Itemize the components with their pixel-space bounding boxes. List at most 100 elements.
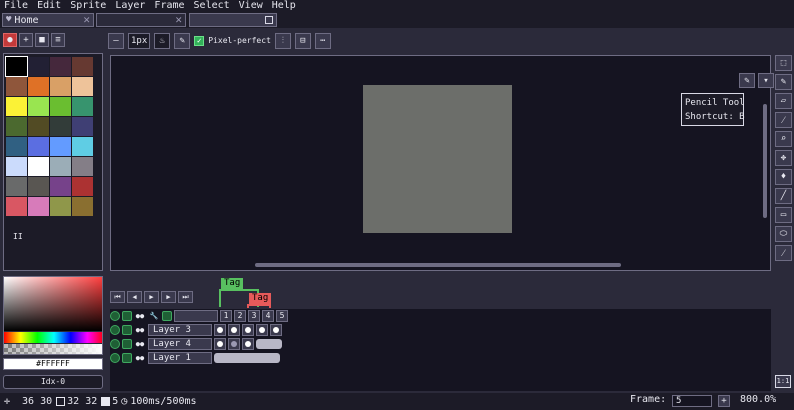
bucket-icon[interactable]: ♦ <box>775 169 792 185</box>
lock-icon[interactable] <box>122 353 132 363</box>
palette-swatch[interactable] <box>5 56 28 77</box>
layer-row[interactable]: ●● Layer 3 <box>110 323 288 337</box>
palette-swatch[interactable] <box>72 77 93 96</box>
palette-square-button[interactable]: ■ <box>35 33 49 47</box>
palette-swatch[interactable] <box>6 157 27 176</box>
cel[interactable] <box>242 338 254 350</box>
palette-swatch[interactable] <box>28 97 49 116</box>
linked-cels[interactable] <box>214 353 280 363</box>
lock-icon[interactable] <box>122 339 132 349</box>
tag-label[interactable]: Tag <box>221 278 244 289</box>
palette-swatch[interactable] <box>50 77 71 96</box>
frame-input[interactable]: 5 <box>672 395 712 407</box>
visibility-icon[interactable] <box>110 339 120 349</box>
palette-swatch[interactable] <box>72 197 93 216</box>
layer-name[interactable]: Layer 3 <box>148 324 212 336</box>
palette-swatch[interactable] <box>6 197 27 216</box>
layer-name[interactable]: Layer 1 <box>148 352 212 364</box>
more-options-button[interactable]: ⋯ <box>314 32 331 49</box>
cel[interactable] <box>214 338 226 350</box>
vertical-scrollbar[interactable] <box>763 104 767 218</box>
move-icon[interactable]: ✥ <box>775 150 792 166</box>
lock-icon[interactable] <box>122 325 132 335</box>
palette-swatch[interactable] <box>6 117 27 136</box>
palette-swatch[interactable] <box>50 117 71 136</box>
hue-slider[interactable] <box>4 332 102 343</box>
zoom-icon[interactable]: ⌕ <box>775 131 792 147</box>
edit-icon[interactable]: ✎ <box>174 32 191 49</box>
add-color-button[interactable]: + <box>19 33 33 47</box>
palette-swatch[interactable] <box>72 177 93 196</box>
palette-swatch[interactable] <box>72 117 93 136</box>
selection-icon[interactable]: ⬚ <box>775 55 792 71</box>
continuous-icon[interactable]: ●● <box>134 325 146 335</box>
cel[interactable] <box>242 324 254 336</box>
visibility-icon[interactable] <box>110 353 120 363</box>
color-picker[interactable] <box>3 276 103 355</box>
palette-swatch[interactable] <box>72 97 93 116</box>
palette-swatch[interactable] <box>6 177 27 196</box>
onion-skin-icon[interactable] <box>162 311 172 321</box>
blur-icon[interactable]: ⁄ <box>775 245 792 261</box>
palette-swatch[interactable] <box>50 57 71 76</box>
cel[interactable] <box>228 324 240 336</box>
palette-swatch[interactable] <box>6 77 27 96</box>
palette-swatch[interactable] <box>50 137 71 156</box>
sprite-canvas[interactable] <box>363 85 512 233</box>
tab-new[interactable] <box>189 13 277 27</box>
menu-layer[interactable]: Layer <box>111 0 150 12</box>
visibility-icon[interactable] <box>110 311 120 321</box>
first-frame-button[interactable]: ⏮ <box>110 291 125 303</box>
horizontal-scrollbar[interactable] <box>255 263 621 267</box>
cel[interactable] <box>256 324 268 336</box>
canvas-area[interactable]: ✎ ▾ <box>110 55 774 271</box>
eraser-icon[interactable]: ▱ <box>775 93 792 109</box>
continuous-icon[interactable]: ●● <box>134 311 146 321</box>
palette-swatch[interactable] <box>50 97 71 116</box>
tag-label[interactable]: Tag <box>249 293 272 304</box>
wrench-icon[interactable]: 🔧 <box>148 311 160 321</box>
layer-row[interactable]: ●● Layer 1 <box>110 351 288 365</box>
layer-name[interactable]: Layer 4 <box>148 338 212 350</box>
palette-swatch[interactable] <box>72 57 93 76</box>
tab-untitled[interactable]: ✕ <box>96 13 186 27</box>
symmetry-vertical-icon[interactable]: ⫶ <box>274 32 291 49</box>
menu-help[interactable]: Help <box>268 0 301 12</box>
palette-swatch[interactable] <box>6 97 27 116</box>
cel[interactable] <box>270 324 282 336</box>
frame-header[interactable]: 2 <box>234 310 246 322</box>
palette-swatch[interactable] <box>72 137 93 156</box>
continuous-icon[interactable]: ●● <box>134 353 146 363</box>
saturation-value-field[interactable] <box>4 277 102 331</box>
menu-edit[interactable]: Edit <box>33 0 66 12</box>
cel[interactable] <box>214 324 226 336</box>
line-icon[interactable]: ╱ <box>775 188 792 204</box>
layer-row[interactable]: ●● Layer 4 <box>110 337 288 351</box>
brush-size-input[interactable]: 1px <box>128 32 151 49</box>
last-frame-button[interactable]: ⏭ <box>178 291 193 303</box>
brush-shape-button[interactable]: — <box>108 32 124 49</box>
palette-swatch[interactable] <box>28 157 49 176</box>
palette-swatch[interactable] <box>50 177 71 196</box>
palette-menu-button[interactable]: ≡ <box>51 33 65 47</box>
palette-swatch[interactable] <box>28 117 49 136</box>
frame-header[interactable]: 1 <box>220 310 232 322</box>
linked-cels[interactable] <box>256 339 282 349</box>
tab-home[interactable]: ♥ Home ✕ <box>2 13 94 27</box>
pencil-icon[interactable]: ✎ <box>775 74 792 90</box>
reset-zoom-button[interactable]: 1:1 <box>775 375 791 388</box>
rect-icon[interactable]: ▭ <box>775 207 792 223</box>
pixel-perfect-checkbox[interactable]: ✓ <box>194 35 205 46</box>
hex-color-field[interactable]: #FFFFFF <box>3 358 103 370</box>
close-icon[interactable]: ✕ <box>83 14 90 26</box>
palette-swatch[interactable] <box>72 157 93 176</box>
palette-swatch[interactable] <box>28 77 49 96</box>
palette-swatch[interactable] <box>6 137 27 156</box>
frame-header[interactable]: 4 <box>262 310 274 322</box>
visibility-icon[interactable] <box>110 325 120 335</box>
palette-swatch[interactable] <box>28 197 49 216</box>
ellipse-icon[interactable]: ⬭ <box>775 226 792 242</box>
menu-sprite[interactable]: Sprite <box>66 0 111 12</box>
menu-view[interactable]: View <box>235 0 268 12</box>
eyedropper-icon[interactable]: ⁄ <box>775 112 792 128</box>
